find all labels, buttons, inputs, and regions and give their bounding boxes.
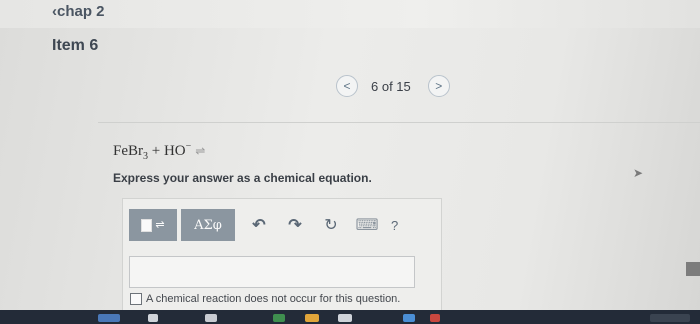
- undo-icon: ↶: [252, 217, 266, 234]
- taskbar-app2-icon[interactable]: [430, 314, 440, 322]
- taskbar: [0, 310, 700, 324]
- no-reaction-option[interactable]: A chemical reaction does not occur for t…: [130, 293, 400, 305]
- redo-icon: ↷: [288, 217, 302, 234]
- divider: [98, 122, 700, 123]
- item-pager: < 6 of 15 >: [336, 73, 450, 99]
- answer-input[interactable]: [129, 256, 415, 288]
- item-count: 6 of 15: [371, 78, 411, 94]
- top-strip: [0, 0, 700, 28]
- next-item-button[interactable]: >: [427, 75, 450, 97]
- taskbar-store-icon[interactable]: [338, 314, 352, 322]
- taskbar-search-icon[interactable]: [148, 314, 158, 322]
- chevron-left-icon: <: [343, 79, 351, 93]
- template-box-icon: [141, 218, 153, 232]
- reset-button[interactable]: ↻: [319, 213, 343, 237]
- keyboard-button[interactable]: ⌨: [355, 213, 379, 237]
- greek-symbols-button[interactable]: ΑΣφ: [181, 209, 235, 241]
- no-reaction-label: A chemical reaction does not occur for t…: [146, 293, 401, 305]
- question-equation: FeBr3 + HO− ⇌: [113, 141, 205, 162]
- reactant-febr3: FeBr: [113, 143, 143, 159]
- system-tray-icon[interactable]: [650, 314, 690, 322]
- back-to-chapter-link[interactable]: ‹chap 2: [52, 3, 105, 20]
- mouse-cursor-icon: ➤: [633, 166, 644, 180]
- taskbar-mail-icon[interactable]: [305, 314, 319, 322]
- taskbar-files-icon[interactable]: [205, 314, 217, 322]
- plus-sign: +: [148, 143, 164, 159]
- taskbar-app-icon[interactable]: [403, 314, 415, 322]
- taskbar-start-icon[interactable]: [98, 314, 120, 322]
- reset-icon: ↻: [324, 217, 338, 234]
- item-title: Item 6: [52, 37, 99, 54]
- templates-button[interactable]: ⇌: [129, 209, 177, 241]
- taskbar-browser-icon[interactable]: [273, 314, 285, 322]
- no-reaction-checkbox[interactable]: [130, 293, 142, 305]
- question-instruction: Express your answer as a chemical equati…: [113, 171, 372, 185]
- previous-item-button[interactable]: <: [336, 75, 358, 97]
- undo-button[interactable]: ↶: [247, 213, 271, 237]
- scrollbar-thumb[interactable]: [686, 262, 700, 276]
- page: ‹chap 2 Item 6 < 6 of 15 > FeBr3 + HO− ⇌ …: [0, 0, 700, 324]
- reaction-arrows-icon: ⇌: [155, 219, 165, 231]
- equation-toolbar: ⇌ ΑΣφ ↶ ↷ ↻ ⌨ ?: [129, 209, 398, 241]
- reactant-hydroxide-charge: −: [185, 141, 192, 152]
- chevron-right-icon: >: [435, 79, 443, 93]
- reactant-hydroxide: HO: [163, 143, 186, 159]
- equilibrium-arrow: ⇌: [195, 144, 206, 158]
- keyboard-icon: ⌨: [355, 217, 379, 234]
- redo-button[interactable]: ↷: [283, 213, 307, 237]
- help-button[interactable]: ?: [391, 218, 398, 233]
